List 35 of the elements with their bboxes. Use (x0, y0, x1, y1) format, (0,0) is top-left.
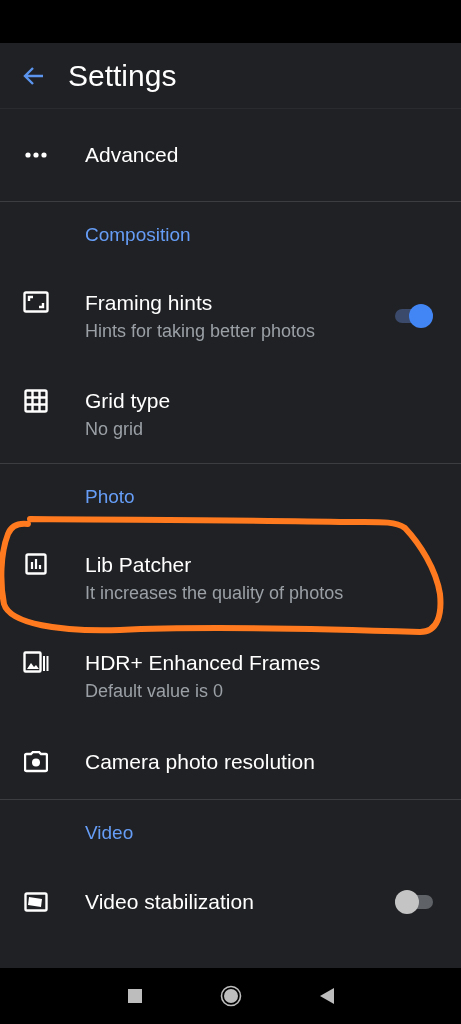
item-title: Framing hints (85, 291, 214, 315)
section-header: Video (84, 820, 135, 845)
stabilization-icon (23, 891, 48, 912)
home-button[interactable] (219, 985, 242, 1007)
toggle-switch[interactable] (395, 304, 433, 328)
screen-title: Settings (68, 58, 177, 93)
item-title: Lib Patcher (85, 553, 193, 577)
recents-button[interactable] (127, 989, 142, 1003)
bar-chart-icon (24, 553, 47, 575)
section-header: Photo (84, 484, 136, 509)
item-summary: Hints for taking better photos (85, 321, 317, 342)
item-title: Grid type (85, 389, 172, 413)
grid-icon (23, 389, 48, 413)
item-title: Camera photo resolution (85, 750, 316, 774)
settings-item[interactable]: Grid type No grid (0, 365, 461, 463)
settings-item[interactable]: Camera photo resolution (0, 725, 461, 799)
section-header: Composition (84, 222, 192, 247)
settings-item[interactable]: Framing hints Hints for taking better photos (0, 267, 461, 365)
item-summary: Default value is 0 (85, 681, 225, 702)
item-summary: No grid (85, 419, 145, 440)
more-icon (24, 152, 47, 158)
back-button[interactable] (319, 988, 334, 1004)
settings-item[interactable]: Advanced (0, 109, 461, 201)
toggle-switch[interactable] (395, 889, 433, 914)
item-title: Advanced (85, 143, 180, 167)
settings-item[interactable]: Lib Patcher It increases the quality of photos (0, 529, 461, 627)
item-title: Video stabilization (85, 889, 255, 914)
item-title: HDR+ Enhanced Frames (85, 651, 322, 675)
item-summary: It increases the quality of photos (85, 583, 345, 604)
settings-item[interactable]: Video stabilization (0, 865, 461, 938)
camera-icon (23, 751, 48, 773)
settings-item[interactable]: HDR+ Enhanced Frames Default value is 0 (0, 627, 461, 725)
frame-corners-icon (22, 291, 49, 313)
back-arrow-icon[interactable] (22, 65, 44, 86)
image-bars-icon (22, 651, 49, 673)
